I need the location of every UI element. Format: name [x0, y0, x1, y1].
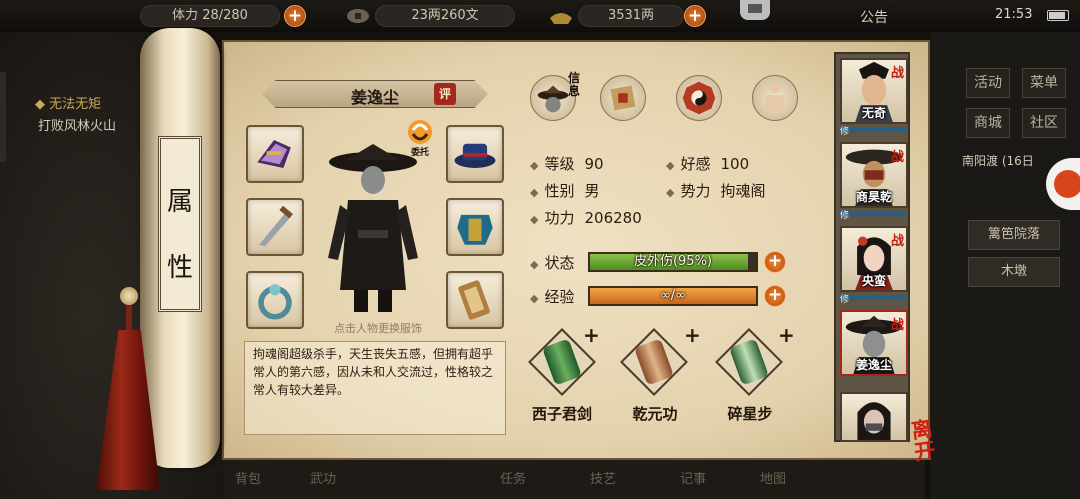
team-member[interactable]: 战 商昊乾	[840, 142, 908, 208]
equipment-slot-token[interactable]	[446, 271, 504, 329]
exp-value: ∞/∞	[659, 288, 687, 303]
battery-icon	[1047, 10, 1069, 21]
in-battle-mark: 战	[890, 150, 904, 165]
roller-char: 属	[166, 187, 193, 217]
nav-item[interactable]: 任务	[500, 468, 526, 487]
exp-label: ◆ 经验	[530, 288, 575, 306]
gold-counter: 3531两	[578, 5, 684, 27]
stat-gender: ◆ 性别男	[530, 182, 600, 200]
nav-item[interactable]: 记事	[680, 468, 706, 487]
manual-name: 碎星步	[727, 405, 773, 423]
tassel-bead	[120, 287, 138, 305]
coin-icon	[347, 9, 369, 23]
bagua-icon	[682, 81, 716, 115]
exp-bar: ∞/∞	[588, 286, 758, 306]
in-battle-mark: 战	[890, 234, 904, 249]
roller-char: 性	[166, 253, 193, 283]
status-bar: 皮外伤(95%)	[588, 252, 758, 272]
quest-title[interactable]: ◆ 无法无矩	[35, 93, 101, 112]
member-bar-tag: 修	[840, 211, 850, 221]
manual-plus[interactable]: +	[583, 323, 600, 347]
nav-item[interactable]: 武功	[310, 468, 336, 487]
member-bar: 修	[840, 127, 908, 137]
left-edge-tab[interactable]	[0, 72, 6, 162]
attribute-tab-label: 属 性	[158, 136, 202, 312]
member-name: 无奇	[861, 106, 886, 120]
manual-name: 西子君剑	[531, 405, 592, 423]
team-member[interactable]: 战 央蛮	[840, 226, 908, 292]
nav-item[interactable]: 技艺	[590, 468, 616, 487]
location-item[interactable]: 木墩	[968, 257, 1060, 287]
equipment-slot-weapon[interactable]	[246, 198, 304, 256]
add-exp-button[interactable]: +	[764, 285, 786, 307]
in-battle-mark: 战	[890, 66, 904, 81]
change-outfit-hint: 点击人物更换服饰	[334, 322, 422, 335]
status-value: 皮外伤(95%)	[633, 254, 713, 269]
manual-plus[interactable]: +	[684, 323, 701, 347]
nav-item[interactable]: 背包	[235, 468, 261, 487]
body-figure-icon	[764, 81, 786, 113]
jade-ring-icon	[258, 284, 292, 320]
location-item[interactable]: 篱笆院落	[968, 220, 1060, 250]
top-status-bar: 体力 28/280 + 23两260文 3531两 + 公告 21:53	[0, 0, 1080, 32]
add-gold-button[interactable]: +	[684, 5, 706, 27]
manual-plus[interactable]: +	[778, 323, 795, 347]
stat-faction: ◆ 势力 拘魂阁	[666, 182, 766, 200]
heal-button[interactable]: +	[764, 251, 786, 273]
team-member[interactable]	[840, 392, 908, 442]
menu-button[interactable]: 菜单	[1022, 68, 1066, 98]
team-member[interactable]: 战 无奇	[840, 58, 908, 124]
character-portrait[interactable]	[318, 140, 428, 315]
tab-bagua[interactable]	[676, 75, 722, 121]
money-counter: 23两260文	[375, 5, 515, 27]
team-member-selected[interactable]: 战 姜逸尘	[840, 310, 908, 376]
member-name: 央蛮	[861, 274, 886, 288]
stat-level: ◆ 等级 90	[530, 155, 604, 173]
tab-info-label: 信息	[568, 71, 581, 98]
announcement-button[interactable]: 公告	[860, 7, 888, 27]
member-name: 姜逸尘	[855, 358, 892, 372]
location-name: 南阳渡 (16日	[962, 154, 1034, 168]
character-bio: 拘魂阁超级杀手，天生丧失五感，但拥有超乎常人的第六感，因从未和人交流过，性格较之…	[244, 341, 506, 435]
equipment-slot-armor[interactable]	[446, 198, 504, 256]
hat-icon	[454, 143, 496, 168]
dagger-icon	[259, 205, 293, 247]
stat-favor: ◆ 好感 100	[666, 155, 750, 173]
add-stamina-button[interactable]: +	[284, 5, 306, 27]
in-battle-mark: 战	[890, 318, 904, 333]
stamina-counter: 体力 28/280	[140, 5, 280, 27]
member-bar-tag: 修	[840, 295, 850, 305]
member-bar: 修	[840, 211, 908, 221]
activity-button[interactable]: 活动	[966, 68, 1010, 98]
token-icon	[458, 280, 490, 320]
manual-slot-footwork[interactable]	[715, 328, 783, 396]
member-bar: 修	[840, 295, 908, 305]
tab-skills[interactable]	[600, 75, 646, 121]
clock: 21:53	[995, 7, 1033, 22]
quest-description[interactable]: 打败风林火山	[38, 115, 116, 134]
gold-ingot-icon	[550, 13, 572, 24]
member-portrait	[857, 402, 891, 440]
manual-name: 乾元功	[632, 405, 678, 423]
equipment-slot-gloves[interactable]	[246, 125, 304, 183]
character-name: 姜逸尘	[350, 88, 399, 107]
status-label: ◆ 状态	[530, 254, 575, 272]
equipment-slot-ring[interactable]	[246, 271, 304, 329]
evaluate-button[interactable]: 评	[434, 83, 456, 105]
shop-button[interactable]: 商城	[966, 108, 1010, 138]
community-button[interactable]: 社区	[1022, 108, 1066, 138]
camera-icon[interactable]	[738, 0, 772, 22]
gloves-icon	[257, 140, 291, 168]
armor-icon	[457, 214, 493, 245]
stat-power: ◆ 功力 206280	[530, 209, 642, 227]
equipment-slot-hat[interactable]	[446, 125, 504, 183]
member-name: 商昊乾	[855, 190, 892, 204]
manual-slot-inner[interactable]	[620, 328, 688, 396]
book-icon	[610, 85, 636, 111]
nav-item[interactable]: 地图	[760, 468, 786, 487]
member-bar-tag: 修	[840, 127, 850, 137]
tab-meridians[interactable]	[752, 75, 798, 121]
